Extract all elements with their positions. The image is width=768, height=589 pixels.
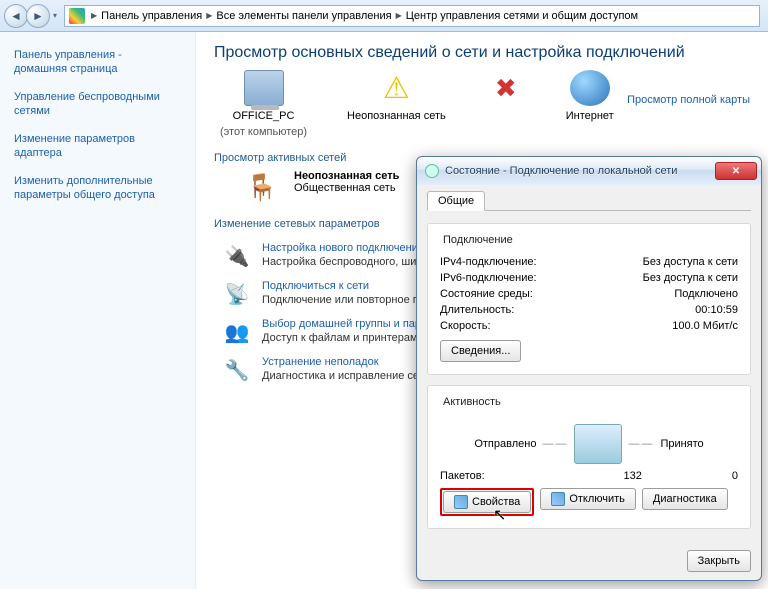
recv-label: Принято <box>660 438 703 450</box>
close-button[interactable]: ✕ <box>715 162 757 180</box>
no-internet-icon <box>486 70 526 106</box>
connection-group: Подключение IPv4-подключение: Без доступа… <box>427 223 751 375</box>
crumb-network-center[interactable]: Центр управления сетями и общим доступом <box>406 10 638 22</box>
details-button[interactable]: Сведения... <box>440 340 521 362</box>
address-bar: ◄ ► ▾ ▶ Панель управления▶ Все элементы … <box>0 0 768 32</box>
packets-recv: 0 <box>732 470 738 482</box>
media-value: Подключено <box>674 288 738 300</box>
shield-icon <box>454 495 468 509</box>
full-map-link[interactable]: Просмотр полной карты <box>627 94 750 106</box>
active-network-kind: Общественная сеть <box>294 182 399 194</box>
back-button[interactable]: ◄ <box>4 4 28 28</box>
diagnose-button[interactable]: Диагностика <box>642 488 728 510</box>
shield-icon <box>551 492 565 506</box>
troubleshoot-desc: Диагностика и исправление сет <box>262 370 424 382</box>
ipv6-label: IPv6-подключение: <box>440 272 537 284</box>
connection-group-label: Подключение <box>440 234 516 246</box>
sidebar-link-home[interactable]: Панель управления -домашняя страница <box>14 48 185 76</box>
sidebar-link-sharing[interactable]: Изменить дополнительныепараметры общего … <box>14 174 185 202</box>
crumb-control-panel[interactable]: Панель управления▶ <box>101 10 212 22</box>
new-connection-link[interactable]: Настройка нового подключени <box>262 242 418 254</box>
properties-highlight: Свойства <box>440 488 534 516</box>
properties-button[interactable]: Свойства <box>443 491 531 513</box>
troubleshoot-icon: 🔧 <box>222 356 252 384</box>
packets-sent: 132 <box>624 470 642 482</box>
sidebar-link-wireless[interactable]: Управление беспроводнымисетями <box>14 90 185 118</box>
this-computer-label: OFFICE_PC <box>233 110 295 122</box>
connect-link[interactable]: Подключиться к сети <box>262 280 369 292</box>
public-network-icon: 🪑 <box>240 170 284 204</box>
forward-button[interactable]: ► <box>26 4 50 28</box>
dialog-icon <box>425 164 439 178</box>
new-connection-icon: 🔌 <box>222 242 252 270</box>
activity-group-label: Активность <box>440 396 504 408</box>
crumb-all-items[interactable]: Все элементы панели управления▶ <box>216 10 401 22</box>
ipv4-value: Без доступа к сети <box>643 256 738 268</box>
unknown-network-label: Неопознанная сеть <box>347 110 446 122</box>
activity-group: Активность Отправлено —— —— Принято Паке… <box>427 385 751 529</box>
breadcrumb[interactable]: ▶ Панель управления▶ Все элементы панели… <box>64 5 760 27</box>
dashes-right: —— <box>628 438 654 450</box>
homegroup-link[interactable]: Выбор домашней группы и пар <box>262 318 421 330</box>
disable-button[interactable]: Отключить <box>540 488 636 510</box>
this-computer-icon <box>244 70 284 106</box>
sidebar-link-adapter[interactable]: Изменение параметровадаптера <box>14 132 185 160</box>
ipv6-value: Без доступа к сети <box>643 272 738 284</box>
activity-computer-icon <box>574 424 622 464</box>
page-heading: Просмотр основных сведений о сети и наст… <box>214 44 750 62</box>
unknown-network-icon <box>376 70 416 106</box>
duration-value: 00:10:59 <box>695 304 738 316</box>
close-dialog-button[interactable]: Закрыть <box>687 550 751 572</box>
active-network-name: Неопознанная сеть <box>294 170 399 182</box>
tab-general[interactable]: Общие <box>427 191 485 211</box>
packets-label: Пакетов: <box>440 470 485 482</box>
this-computer-sub: (этот компьютер) <box>220 126 307 138</box>
sidebar: Панель управления -домашняя страница Упр… <box>0 32 196 589</box>
dashes-left: —— <box>542 438 568 450</box>
media-label: Состояние среды: <box>440 288 533 300</box>
homegroup-icon: 👥 <box>222 318 252 346</box>
dialog-titlebar[interactable]: Состояние - Подключение по локальной сет… <box>417 157 761 185</box>
troubleshoot-link[interactable]: Устранение неполадок <box>262 356 379 368</box>
status-dialog: Состояние - Подключение по локальной сет… <box>416 156 762 581</box>
dialog-title: Состояние - Подключение по локальной сет… <box>445 165 715 177</box>
internet-icon <box>570 70 610 106</box>
internet-label: Интернет <box>566 110 614 122</box>
control-panel-icon <box>69 8 85 24</box>
history-dropdown[interactable]: ▾ <box>50 5 60 27</box>
sent-label: Отправлено <box>474 438 536 450</box>
tab-strip: Общие <box>427 191 751 211</box>
speed-value: 100.0 Мбит/с <box>672 320 738 332</box>
ipv4-label: IPv4-подключение: <box>440 256 537 268</box>
speed-label: Скорость: <box>440 320 491 332</box>
duration-label: Длительность: <box>440 304 514 316</box>
connect-icon: 📡 <box>222 280 252 308</box>
